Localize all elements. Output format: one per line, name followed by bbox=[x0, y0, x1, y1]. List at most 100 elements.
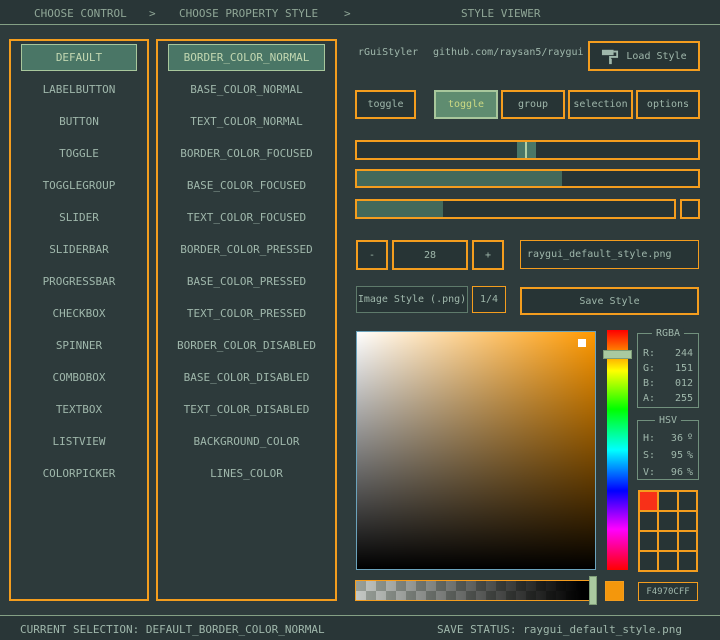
palette-cell[interactable] bbox=[679, 512, 696, 530]
h-value: 36 bbox=[671, 433, 683, 444]
save-status: SAVE STATUS: raygui_default_style.png bbox=[437, 623, 682, 636]
property-item-lines-color[interactable]: LINES_COLOR bbox=[168, 460, 325, 487]
hex-color-input[interactable]: F4970CFF bbox=[638, 582, 698, 601]
top-bar: CHOOSE CONTROL > CHOOSE PROPERTY STYLE >… bbox=[0, 0, 720, 25]
spinner-increment-button[interactable]: + bbox=[472, 240, 504, 270]
current-color-swatch bbox=[605, 581, 624, 601]
slider-handle[interactable] bbox=[517, 142, 536, 158]
save-style-button[interactable]: Save Style bbox=[520, 287, 699, 315]
property-item-border-color-focused[interactable]: BORDER_COLOR_FOCUSED bbox=[168, 140, 325, 167]
palette-cell[interactable] bbox=[679, 552, 696, 570]
toggle-group-item-toggle-active[interactable]: toggle bbox=[434, 90, 498, 119]
r-value: 244 bbox=[675, 348, 693, 359]
toggle-group-item-selection[interactable]: selection bbox=[568, 90, 633, 119]
a-label: A: bbox=[643, 393, 655, 404]
toggle-button[interactable]: toggle bbox=[355, 90, 416, 119]
control-item-labelbutton[interactable]: LABELBUTTON bbox=[21, 76, 137, 103]
load-style-label: Load Style bbox=[626, 51, 686, 62]
ratio-value-box[interactable]: 1/4 bbox=[472, 286, 506, 313]
app-title: rGuiStyler bbox=[358, 47, 418, 58]
g-label: G: bbox=[643, 363, 655, 374]
chevron-right-icon: > bbox=[344, 7, 351, 20]
palette-cell[interactable] bbox=[659, 492, 676, 510]
status-bar: CURRENT SELECTION: DEFAULT_BORDER_COLOR_… bbox=[0, 615, 720, 640]
rgba-row-b: B: 012 bbox=[638, 376, 698, 391]
rgba-row-g: G: 151 bbox=[638, 361, 698, 376]
hue-handle[interactable] bbox=[603, 350, 632, 359]
breadcrumb-choose-control: CHOOSE CONTROL bbox=[34, 7, 127, 20]
control-item-default[interactable]: DEFAULT bbox=[21, 44, 137, 71]
property-item-base-color-disabled[interactable]: BASE_COLOR_DISABLED bbox=[168, 364, 325, 391]
property-item-base-color-focused[interactable]: BASE_COLOR_FOCUSED bbox=[168, 172, 325, 199]
g-value: 151 bbox=[675, 363, 693, 374]
image-style-button[interactable]: Image Style (.png) bbox=[356, 286, 468, 313]
property-item-base-color-pressed[interactable]: BASE_COLOR_PRESSED bbox=[168, 268, 325, 295]
property-item-border-color-normal[interactable]: BORDER_COLOR_NORMAL bbox=[168, 44, 325, 71]
control-item-listview[interactable]: LISTVIEW bbox=[21, 428, 137, 455]
palette-cell[interactable] bbox=[659, 532, 676, 550]
chevron-right-icon: > bbox=[149, 7, 156, 20]
palette-cell[interactable] bbox=[640, 532, 657, 550]
rgba-row-a: A: 255 bbox=[638, 391, 698, 406]
spinner-value-box[interactable]: 28 bbox=[392, 240, 468, 270]
hsv-row-v: V: 96 % bbox=[638, 464, 698, 481]
color-picker-cursor[interactable] bbox=[578, 339, 586, 347]
b-label: B: bbox=[643, 378, 655, 389]
control-item-sliderbar[interactable]: SLIDERBAR bbox=[21, 236, 137, 263]
control-item-slider[interactable]: SLIDER bbox=[21, 204, 137, 231]
spinner-decrement-button[interactable]: - bbox=[356, 240, 388, 270]
control-item-textbox[interactable]: TEXTBOX bbox=[21, 396, 137, 423]
property-item-base-color-normal[interactable]: BASE_COLOR_NORMAL bbox=[168, 76, 325, 103]
s-value: 95 bbox=[671, 450, 683, 461]
property-item-text-color-disabled[interactable]: TEXT_COLOR_DISABLED bbox=[168, 396, 325, 423]
property-item-text-color-normal[interactable]: TEXT_COLOR_NORMAL bbox=[168, 108, 325, 135]
v-unit: % bbox=[687, 467, 693, 478]
control-item-colorpicker[interactable]: COLORPICKER bbox=[21, 460, 137, 487]
v-label: V: bbox=[643, 467, 655, 478]
repo-link[interactable]: github.com/raysan5/raygui bbox=[433, 47, 584, 58]
palette-cell[interactable] bbox=[640, 492, 657, 510]
alpha-bar[interactable] bbox=[355, 580, 597, 601]
checkbox[interactable] bbox=[680, 199, 700, 219]
progress-bar-fill bbox=[357, 201, 443, 217]
alpha-handle[interactable] bbox=[589, 576, 597, 605]
slider-bar-fill bbox=[357, 171, 562, 186]
property-item-text-color-focused[interactable]: TEXT_COLOR_FOCUSED bbox=[168, 204, 325, 231]
property-item-background-color[interactable]: BACKGROUND_COLOR bbox=[168, 428, 325, 455]
properties-list-panel: BORDER_COLOR_NORMAL BASE_COLOR_NORMAL TE… bbox=[156, 39, 337, 601]
palette-cell[interactable] bbox=[659, 512, 676, 530]
control-item-checkbox[interactable]: CHECKBOX bbox=[21, 300, 137, 327]
toggle-group-item-options[interactable]: options bbox=[636, 90, 700, 119]
toggle-group-item-group[interactable]: group bbox=[501, 90, 565, 119]
property-item-border-color-pressed[interactable]: BORDER_COLOR_PRESSED bbox=[168, 236, 325, 263]
rgba-groupbox: RGBA R: 244 G: 151 B: 012 A: 255 bbox=[637, 333, 699, 408]
color-palette-grid bbox=[638, 490, 698, 572]
controls-list-panel: DEFAULT LABELBUTTON BUTTON TOGGLE TOGGLE… bbox=[9, 39, 149, 601]
control-item-toggle[interactable]: TOGGLE bbox=[21, 140, 137, 167]
slider[interactable] bbox=[355, 140, 700, 160]
b-value: 012 bbox=[675, 378, 693, 389]
v-value: 96 bbox=[671, 467, 683, 478]
slider-bar[interactable] bbox=[355, 169, 700, 188]
current-selection-status: CURRENT SELECTION: DEFAULT_BORDER_COLOR_… bbox=[20, 623, 325, 636]
property-item-border-color-disabled[interactable]: BORDER_COLOR_DISABLED bbox=[168, 332, 325, 359]
control-item-progressbar[interactable]: PROGRESSBAR bbox=[21, 268, 137, 295]
palette-cell[interactable] bbox=[679, 492, 696, 510]
control-item-spinner[interactable]: SPINNER bbox=[21, 332, 137, 359]
palette-cell[interactable] bbox=[679, 532, 696, 550]
filename-input[interactable]: raygui_default_style.png bbox=[520, 240, 699, 269]
palette-cell[interactable] bbox=[640, 512, 657, 530]
hsv-row-s: S: 95 % bbox=[638, 447, 698, 464]
a-value: 255 bbox=[675, 393, 693, 404]
s-label: S: bbox=[643, 450, 655, 461]
hsv-title: HSV bbox=[655, 415, 681, 426]
load-style-button[interactable]: Load Style bbox=[588, 41, 700, 71]
control-item-button[interactable]: BUTTON bbox=[21, 108, 137, 135]
color-picker-sv-area[interactable] bbox=[356, 331, 596, 570]
hue-bar[interactable] bbox=[607, 330, 628, 570]
control-item-combobox[interactable]: COMBOBOX bbox=[21, 364, 137, 391]
palette-cell[interactable] bbox=[659, 552, 676, 570]
palette-cell[interactable] bbox=[640, 552, 657, 570]
property-item-text-color-pressed[interactable]: TEXT_COLOR_PRESSED bbox=[168, 300, 325, 327]
control-item-togglegroup[interactable]: TOGGLEGROUP bbox=[21, 172, 137, 199]
